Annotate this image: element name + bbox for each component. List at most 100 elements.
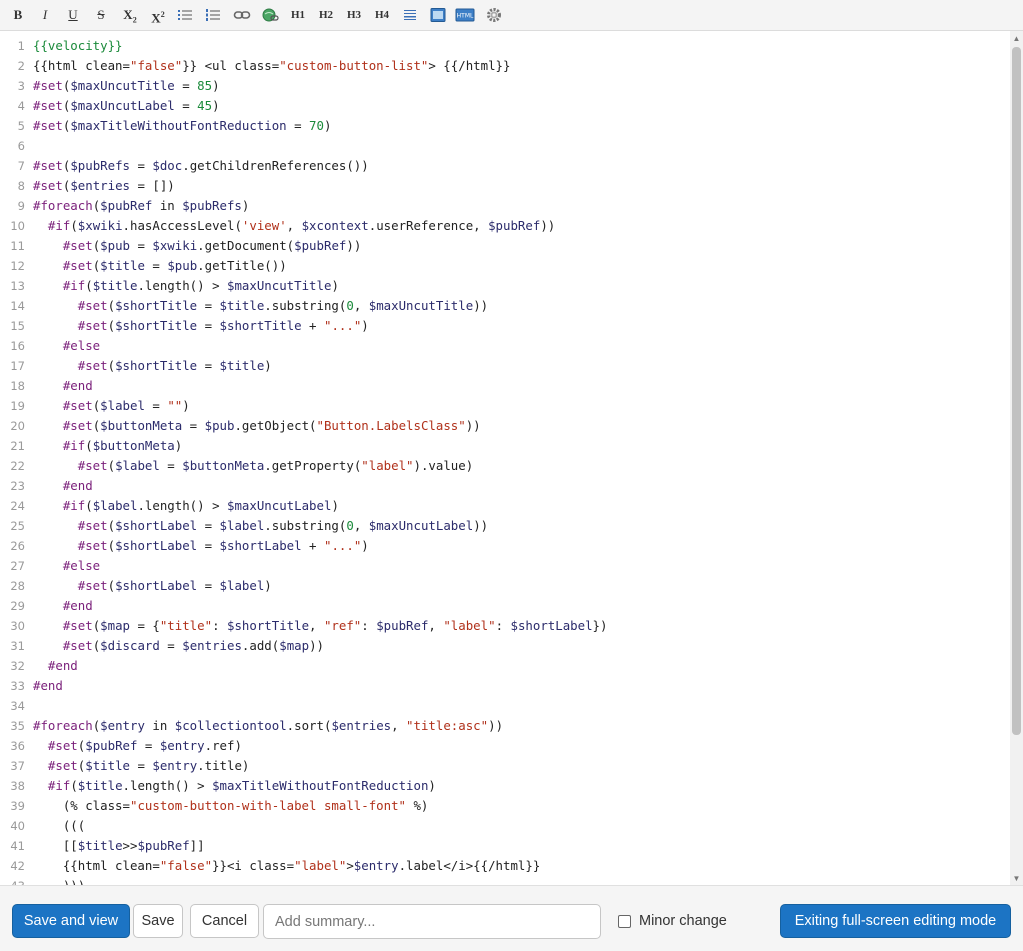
code-text[interactable]: #set($label = "") — [33, 396, 190, 416]
wiki-link-button[interactable] — [260, 5, 280, 25]
code-line[interactable]: 34 — [0, 696, 1010, 716]
code-line[interactable]: 23 #end — [0, 476, 1010, 496]
scrollbar-thumb[interactable] — [1012, 47, 1021, 735]
code-text[interactable]: #end — [33, 676, 63, 696]
code-text[interactable]: #set($maxTitleWithoutFontReduction = 70) — [33, 116, 331, 136]
code-text[interactable]: #set($maxUncutTitle = 85) — [33, 76, 220, 96]
code-text[interactable]: ))) — [33, 876, 85, 885]
code-text[interactable]: #end — [33, 596, 93, 616]
heading2-button[interactable]: H2 — [316, 5, 336, 25]
code-line[interactable]: 24 #if($label.length() > $maxUncutLabel) — [0, 496, 1010, 516]
code-line[interactable]: 1 {{velocity}} — [0, 36, 1010, 56]
code-text[interactable]: #set($label = $buttonMeta.getProperty("l… — [33, 456, 473, 476]
horizontal-rule-button[interactable] — [400, 5, 420, 25]
code-line[interactable]: 42 {{html clean="false"}}<i class="label… — [0, 856, 1010, 876]
code-text[interactable]: #set($discard = $entries.add($map)) — [33, 636, 324, 656]
scroll-down-icon[interactable]: ▼ — [1012, 874, 1021, 883]
code-text[interactable]: #set($shortLabel = $shortLabel + "...") — [33, 536, 369, 556]
code-line[interactable]: 30 #set($map = {"title": $shortTitle, "r… — [0, 616, 1010, 636]
code-text[interactable]: {{html clean="false"}}<i class="label">$… — [33, 856, 540, 876]
vertical-scrollbar[interactable]: ▲ ▼ — [1010, 31, 1023, 885]
code-text[interactable]: #set($shortLabel = $label.substring(0, $… — [33, 516, 488, 536]
code-text[interactable]: #end — [33, 476, 93, 496]
code-text[interactable]: #end — [33, 656, 78, 676]
underline-button[interactable]: U — [64, 5, 82, 25]
code-line[interactable]: 36 #set($pubRef = $entry.ref) — [0, 736, 1010, 756]
code-line[interactable]: 33 #end — [0, 676, 1010, 696]
code-text[interactable]: (% class="custom-button-with-label small… — [33, 796, 429, 816]
code-line[interactable]: 43 ))) — [0, 876, 1010, 885]
code-line[interactable]: 11 #set($pub = $xwiki.getDocument($pubRe… — [0, 236, 1010, 256]
code-text[interactable]: #else — [33, 336, 100, 356]
code-text[interactable]: #set($map = {"title": $shortTitle, "ref"… — [33, 616, 608, 636]
code-line[interactable]: 25 #set($shortLabel = $label.substring(0… — [0, 516, 1010, 536]
scroll-up-icon[interactable]: ▲ — [1012, 34, 1021, 43]
code-line[interactable]: 20 #set($buttonMeta = $pub.getObject("Bu… — [0, 416, 1010, 436]
bold-button[interactable]: B — [9, 5, 27, 25]
code-line[interactable]: 27 #else — [0, 556, 1010, 576]
link-button[interactable] — [232, 5, 252, 25]
code-text[interactable]: #set($shortTitle = $title.substring(0, $… — [33, 296, 488, 316]
checkbox-icon[interactable] — [618, 914, 631, 928]
strikethrough-button[interactable]: S — [92, 5, 110, 25]
code-line[interactable]: 19 #set($label = "") — [0, 396, 1010, 416]
code-text[interactable]: #set($pub = $xwiki.getDocument($pubRef)) — [33, 236, 361, 256]
code-text[interactable]: {{html clean="false"}} <ul class="custom… — [33, 56, 510, 76]
code-text[interactable]: #else — [33, 556, 100, 576]
minor-change-checkbox[interactable]: Minor change — [618, 912, 727, 930]
code-editor[interactable]: 1 {{velocity}} 2 {{html clean="false"}} <ul… — [0, 31, 1023, 886]
image-button[interactable] — [428, 5, 448, 25]
code-line[interactable]: 16 #else — [0, 336, 1010, 356]
code-text[interactable]: #if($buttonMeta) — [33, 436, 182, 456]
code-line[interactable]: 40 ((( — [0, 816, 1010, 836]
code-line[interactable]: 17 #set($shortTitle = $title) — [0, 356, 1010, 376]
code-text[interactable]: #if($title.length() > $maxTitleWithoutFo… — [33, 776, 436, 796]
save-and-view-button[interactable]: Save and view — [12, 904, 130, 938]
code-text[interactable]: #foreach($entry in $collectiontool.sort(… — [33, 716, 503, 736]
code-line[interactable]: 9 #foreach($pubRef in $pubRefs) — [0, 196, 1010, 216]
code-line[interactable]: 2 {{html clean="false"}} <ul class="custo… — [0, 56, 1010, 76]
save-button[interactable]: Save — [133, 904, 183, 938]
heading4-button[interactable]: H4 — [372, 5, 392, 25]
code-line[interactable]: 10 #if($xwiki.hasAccessLevel('view', $xc… — [0, 216, 1010, 236]
code-text[interactable]: #set($pubRef = $entry.ref) — [33, 736, 242, 756]
code-line[interactable]: 26 #set($shortLabel = $shortLabel + "...… — [0, 536, 1010, 556]
macro-button[interactable] — [484, 5, 504, 25]
code-line[interactable]: 37 #set($title = $entry.title) — [0, 756, 1010, 776]
code-line[interactable]: 38 #if($title.length() > $maxTitleWithou… — [0, 776, 1010, 796]
subscript-button[interactable]: X2 — [120, 5, 140, 25]
code-line[interactable]: 22 #set($label = $buttonMeta.getProperty… — [0, 456, 1010, 476]
html-button[interactable]: HTML — [454, 5, 476, 25]
code-line[interactable]: 15 #set($shortTitle = $shortTitle + "...… — [0, 316, 1010, 336]
code-line[interactable]: 3 #set($maxUncutTitle = 85) — [0, 76, 1010, 96]
code-text[interactable]: ((( — [33, 816, 85, 836]
code-line[interactable]: 32 #end — [0, 656, 1010, 676]
code-line[interactable]: 14 #set($shortTitle = $title.substring(0… — [0, 296, 1010, 316]
code-text[interactable]: #set($entries = []) — [33, 176, 175, 196]
code-line[interactable]: 4 #set($maxUncutLabel = 45) — [0, 96, 1010, 116]
code-text[interactable]: [[$title>>$pubRef]] — [33, 836, 205, 856]
heading1-button[interactable]: H1 — [288, 5, 308, 25]
numbered-list-button[interactable] — [204, 5, 222, 25]
code-text[interactable]: #if($xwiki.hasAccessLevel('view', $xcont… — [33, 216, 555, 236]
code-line[interactable]: 8 #set($entries = []) — [0, 176, 1010, 196]
code-line[interactable]: 31 #set($discard = $entries.add($map)) — [0, 636, 1010, 656]
code-line[interactable]: 39 (% class="custom-button-with-label sm… — [0, 796, 1010, 816]
code-text[interactable]: #set($title = $pub.getTitle()) — [33, 256, 287, 276]
code-text[interactable]: #if($label.length() > $maxUncutLabel) — [33, 496, 339, 516]
code-line[interactable]: 41 [[$title>>$pubRef]] — [0, 836, 1010, 856]
superscript-button[interactable]: X2 — [148, 5, 168, 25]
code-line[interactable]: 5 #set($maxTitleWithoutFontReduction = 70… — [0, 116, 1010, 136]
code-text[interactable]: #foreach($pubRef in $pubRefs) — [33, 196, 249, 216]
exit-fullscreen-button[interactable]: Exiting full-screen editing mode — [780, 904, 1011, 938]
code-line[interactable]: 12 #set($title = $pub.getTitle()) — [0, 256, 1010, 276]
code-text[interactable]: #set($pubRefs = $doc.getChildrenReferenc… — [33, 156, 369, 176]
code-text[interactable]: #set($maxUncutLabel = 45) — [33, 96, 220, 116]
code-line[interactable]: 18 #end — [0, 376, 1010, 396]
code-text[interactable]: #set($shortLabel = $label) — [33, 576, 272, 596]
code-text[interactable]: {{velocity}} — [33, 36, 123, 56]
italic-button[interactable]: I — [36, 5, 54, 25]
bulleted-list-button[interactable] — [176, 5, 194, 25]
code-text[interactable]: #set($title = $entry.title) — [33, 756, 249, 776]
code-text[interactable]: #set($buttonMeta = $pub.getObject("Butto… — [33, 416, 481, 436]
